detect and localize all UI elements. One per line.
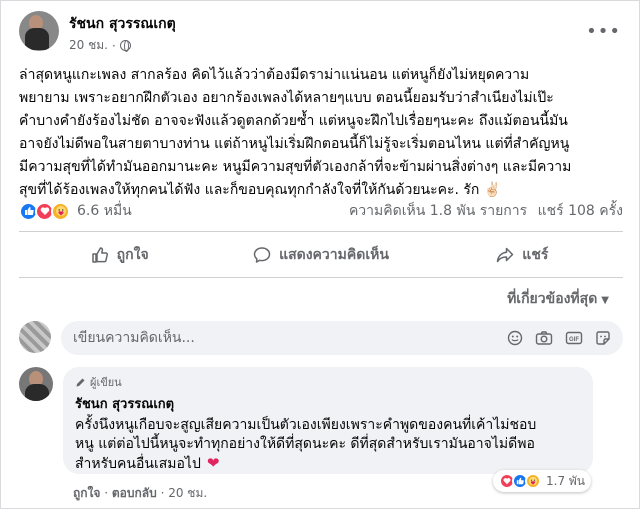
svg-text:GIF: GIF <box>569 337 579 343</box>
care-icon <box>525 473 541 489</box>
more-icon[interactable]: ••• <box>586 21 621 42</box>
gif-icon[interactable]: GIF <box>565 330 583 346</box>
post-author[interactable]: รัชนก สุวรรณเกตุ <box>69 13 176 35</box>
author-avatar[interactable] <box>19 11 59 51</box>
comment-input-tools: GIF <box>507 330 611 346</box>
comments-count[interactable]: ความคิดเห็น 1.8 พัน รายการ <box>349 203 527 219</box>
post-line: อาจยังไม่ดีพอในสายตาบางท่าน แต่ถ้าหนูไม่… <box>19 136 570 152</box>
share-button[interactable]: แชร์ <box>422 237 623 273</box>
like-button[interactable]: ถูกใจ <box>19 237 220 273</box>
divider <box>19 231 623 232</box>
comment-reactions[interactable]: 1.7 พัน <box>493 470 592 492</box>
post-line: คำบางคำยังร้องไม่ชัด อาจจะฟังแล้วดูตลกด้… <box>19 113 568 129</box>
author-badge: ผู้เขียน <box>75 373 581 391</box>
post-card: รัชนก สุวรรณเกตุ 20 ชม. · ••• ล่าสุดหนูแ… <box>0 0 640 509</box>
sticker-icon[interactable] <box>595 330 611 346</box>
post-line: มีความสุขที่ได้ทำมันออกมานะคะ หนูมีความส… <box>19 159 572 175</box>
emoji-icon[interactable] <box>507 330 523 346</box>
post-stats: ความคิดเห็น 1.8 พัน รายการ แชร์ 108 ครั้… <box>343 200 623 222</box>
comment-reply-button[interactable]: ตอบกลับ <box>112 486 157 500</box>
heart-icon: ❤ <box>206 454 220 472</box>
pen-icon <box>76 378 85 386</box>
comment-icon <box>253 247 271 263</box>
share-icon <box>497 247 514 263</box>
author-badge-label: ผู้เขียน <box>90 376 122 389</box>
comment-line: สำหรับคนอื่นเสมอไป <box>75 456 201 472</box>
post-time[interactable]: 20 ชม. <box>69 36 108 55</box>
comment-like-button[interactable]: ถูกใจ <box>73 486 100 500</box>
comment-text: ครั้งนึงหนูเกือบจะสูญเสียความเป็นตัวเองเ… <box>75 416 581 474</box>
reaction-icons[interactable] <box>19 201 70 221</box>
comment-button[interactable]: แสดงความคิดเห็น <box>220 237 421 273</box>
comment-author-avatar[interactable] <box>19 367 53 401</box>
comment-reaction-count: 1.7 พัน <box>546 473 586 488</box>
post-line: ล่าสุดหนูแกะเพลง สากลร้อง คิดไว้แล้วว่าต… <box>19 67 530 83</box>
post-body: ล่าสุดหนูแกะเพลง สากลร้อง คิดไว้แล้วว่าต… <box>19 64 627 202</box>
comment-line: ครั้งนึงหนูเกือบจะสูญเสียความเป็นตัวเองเ… <box>75 417 537 433</box>
sort-label: ที่เกี่ยวข้องที่สุด <box>507 291 598 307</box>
globe-icon <box>119 40 131 52</box>
divider <box>19 277 623 278</box>
thumb-up-icon <box>91 247 108 263</box>
comment-input-placeholder: เขียนความคิดเห็น... <box>73 330 195 346</box>
comment-time[interactable]: 20 ชม. <box>168 486 207 500</box>
comment-input[interactable]: เขียนความคิดเห็น... GIF <box>61 321 623 355</box>
comment-actions: ถูกใจ · ตอบกลับ · 20 ชม. <box>73 486 208 500</box>
like-label: ถูกใจ <box>116 247 149 263</box>
care-icon <box>51 201 70 221</box>
post-line: พยายาม เพราะอยากฝึกตัวเอง อยากร้องเพลงได… <box>19 90 554 106</box>
share-label: แชร์ <box>522 247 549 263</box>
camera-icon[interactable] <box>535 330 553 346</box>
sort-dropdown[interactable]: ที่เกี่ยวข้องที่สุด ▼ <box>507 288 609 310</box>
reaction-count[interactable]: 6.6 หมื่น <box>77 200 132 222</box>
shares-count[interactable]: แชร์ 108 ครั้ง <box>538 203 623 219</box>
reaction-summary: 6.6 หมื่น ความคิดเห็น 1.8 พัน รายการ แชร… <box>19 199 623 223</box>
post-meta: 20 ชม. · <box>69 36 131 55</box>
chevron-down-icon: ▼ <box>601 295 609 306</box>
comment-bubble: ผู้เขียน รัชนก สุวรรณเกตุ ครั้งนึงหนูเกื… <box>63 367 593 474</box>
current-user-avatar[interactable] <box>19 321 51 353</box>
comment-label: แสดงความคิดเห็น <box>279 247 389 263</box>
comment-author[interactable]: รัชนก สุวรรณเกตุ <box>75 393 581 414</box>
comment-line: หนู แต่ต่อไปนี้หนูจะทำทุกอย่างให้ดีที่สุ… <box>75 436 535 452</box>
action-bar: ถูกใจ แสดงความคิดเห็น แชร์ <box>19 237 623 273</box>
